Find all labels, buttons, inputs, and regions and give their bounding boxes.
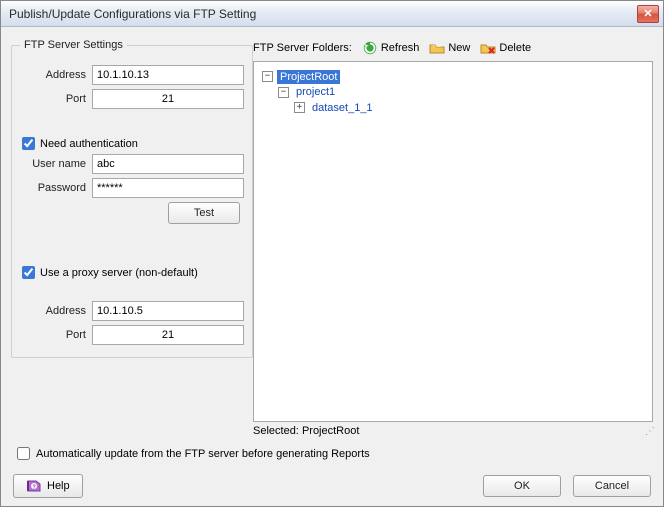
password-label: Password: [20, 182, 86, 194]
help-button[interactable]: ? Help: [13, 474, 83, 498]
tree-node-label: ProjectRoot: [277, 70, 340, 84]
help-icon: ?: [26, 478, 42, 494]
port-input[interactable]: [92, 89, 244, 109]
refresh-button[interactable]: Refresh: [360, 39, 422, 57]
need-auth-label: Need authentication: [40, 138, 138, 150]
close-button[interactable]: ✕: [637, 5, 659, 23]
tree-node-grandchild[interactable]: + dataset_1_1: [294, 101, 376, 115]
delete-folder-icon: [480, 40, 496, 56]
tree-node-label: project1: [293, 85, 338, 99]
new-label: New: [448, 42, 470, 54]
expand-icon[interactable]: +: [294, 102, 305, 113]
proxy-address-input[interactable]: [92, 301, 244, 321]
selected-value: ProjectRoot: [302, 425, 359, 437]
dialog-content: FTP Server Settings Address Port Need au…: [1, 27, 663, 506]
use-proxy-checkbox[interactable]: [22, 266, 35, 279]
folders-label: FTP Server Folders:: [253, 42, 352, 54]
delete-label: Delete: [499, 42, 531, 54]
address-label: Address: [20, 69, 86, 81]
auto-update-checkbox[interactable]: [17, 447, 30, 460]
address-input[interactable]: [92, 65, 244, 85]
collapse-icon[interactable]: −: [278, 87, 289, 98]
selected-status: Selected: ProjectRoot ⋰: [253, 425, 653, 437]
titlebar: Publish/Update Configurations via FTP Se…: [1, 1, 663, 27]
test-button[interactable]: Test: [168, 202, 240, 224]
username-label: User name: [20, 158, 86, 170]
window-title: Publish/Update Configurations via FTP Se…: [9, 7, 637, 21]
delete-button[interactable]: Delete: [478, 39, 533, 57]
new-button[interactable]: New: [427, 39, 472, 57]
proxy-port-label: Port: [20, 329, 86, 341]
refresh-icon: [362, 40, 378, 56]
tree-node-root[interactable]: − ProjectRoot: [262, 70, 340, 84]
refresh-label: Refresh: [381, 42, 420, 54]
username-input[interactable]: [92, 154, 244, 174]
proxy-address-label: Address: [20, 305, 86, 317]
new-folder-icon: [429, 40, 445, 56]
collapse-icon[interactable]: −: [262, 71, 273, 82]
cancel-button[interactable]: Cancel: [573, 475, 651, 497]
help-label: Help: [47, 480, 70, 492]
auto-update-label: Automatically update from the FTP server…: [36, 448, 370, 460]
resize-grip-icon[interactable]: ⋰: [645, 426, 653, 437]
tree-node-label: dataset_1_1: [309, 101, 376, 115]
selected-label: Selected:: [253, 425, 299, 437]
proxy-port-input[interactable]: [92, 325, 244, 345]
tree-node-child[interactable]: − project1: [278, 85, 338, 99]
ftp-server-settings-group: FTP Server Settings Address Port Need au…: [11, 39, 253, 358]
password-input[interactable]: [92, 178, 244, 198]
folder-tree[interactable]: − ProjectRoot − project1: [253, 61, 653, 422]
need-auth-checkbox[interactable]: [22, 137, 35, 150]
folders-toolbar: FTP Server Folders: Refresh New: [253, 39, 653, 57]
ftp-server-settings-legend: FTP Server Settings: [20, 39, 127, 51]
use-proxy-label: Use a proxy server (non-default): [40, 267, 198, 279]
close-icon: ✕: [643, 7, 652, 20]
port-label: Port: [20, 93, 86, 105]
ok-button[interactable]: OK: [483, 475, 561, 497]
